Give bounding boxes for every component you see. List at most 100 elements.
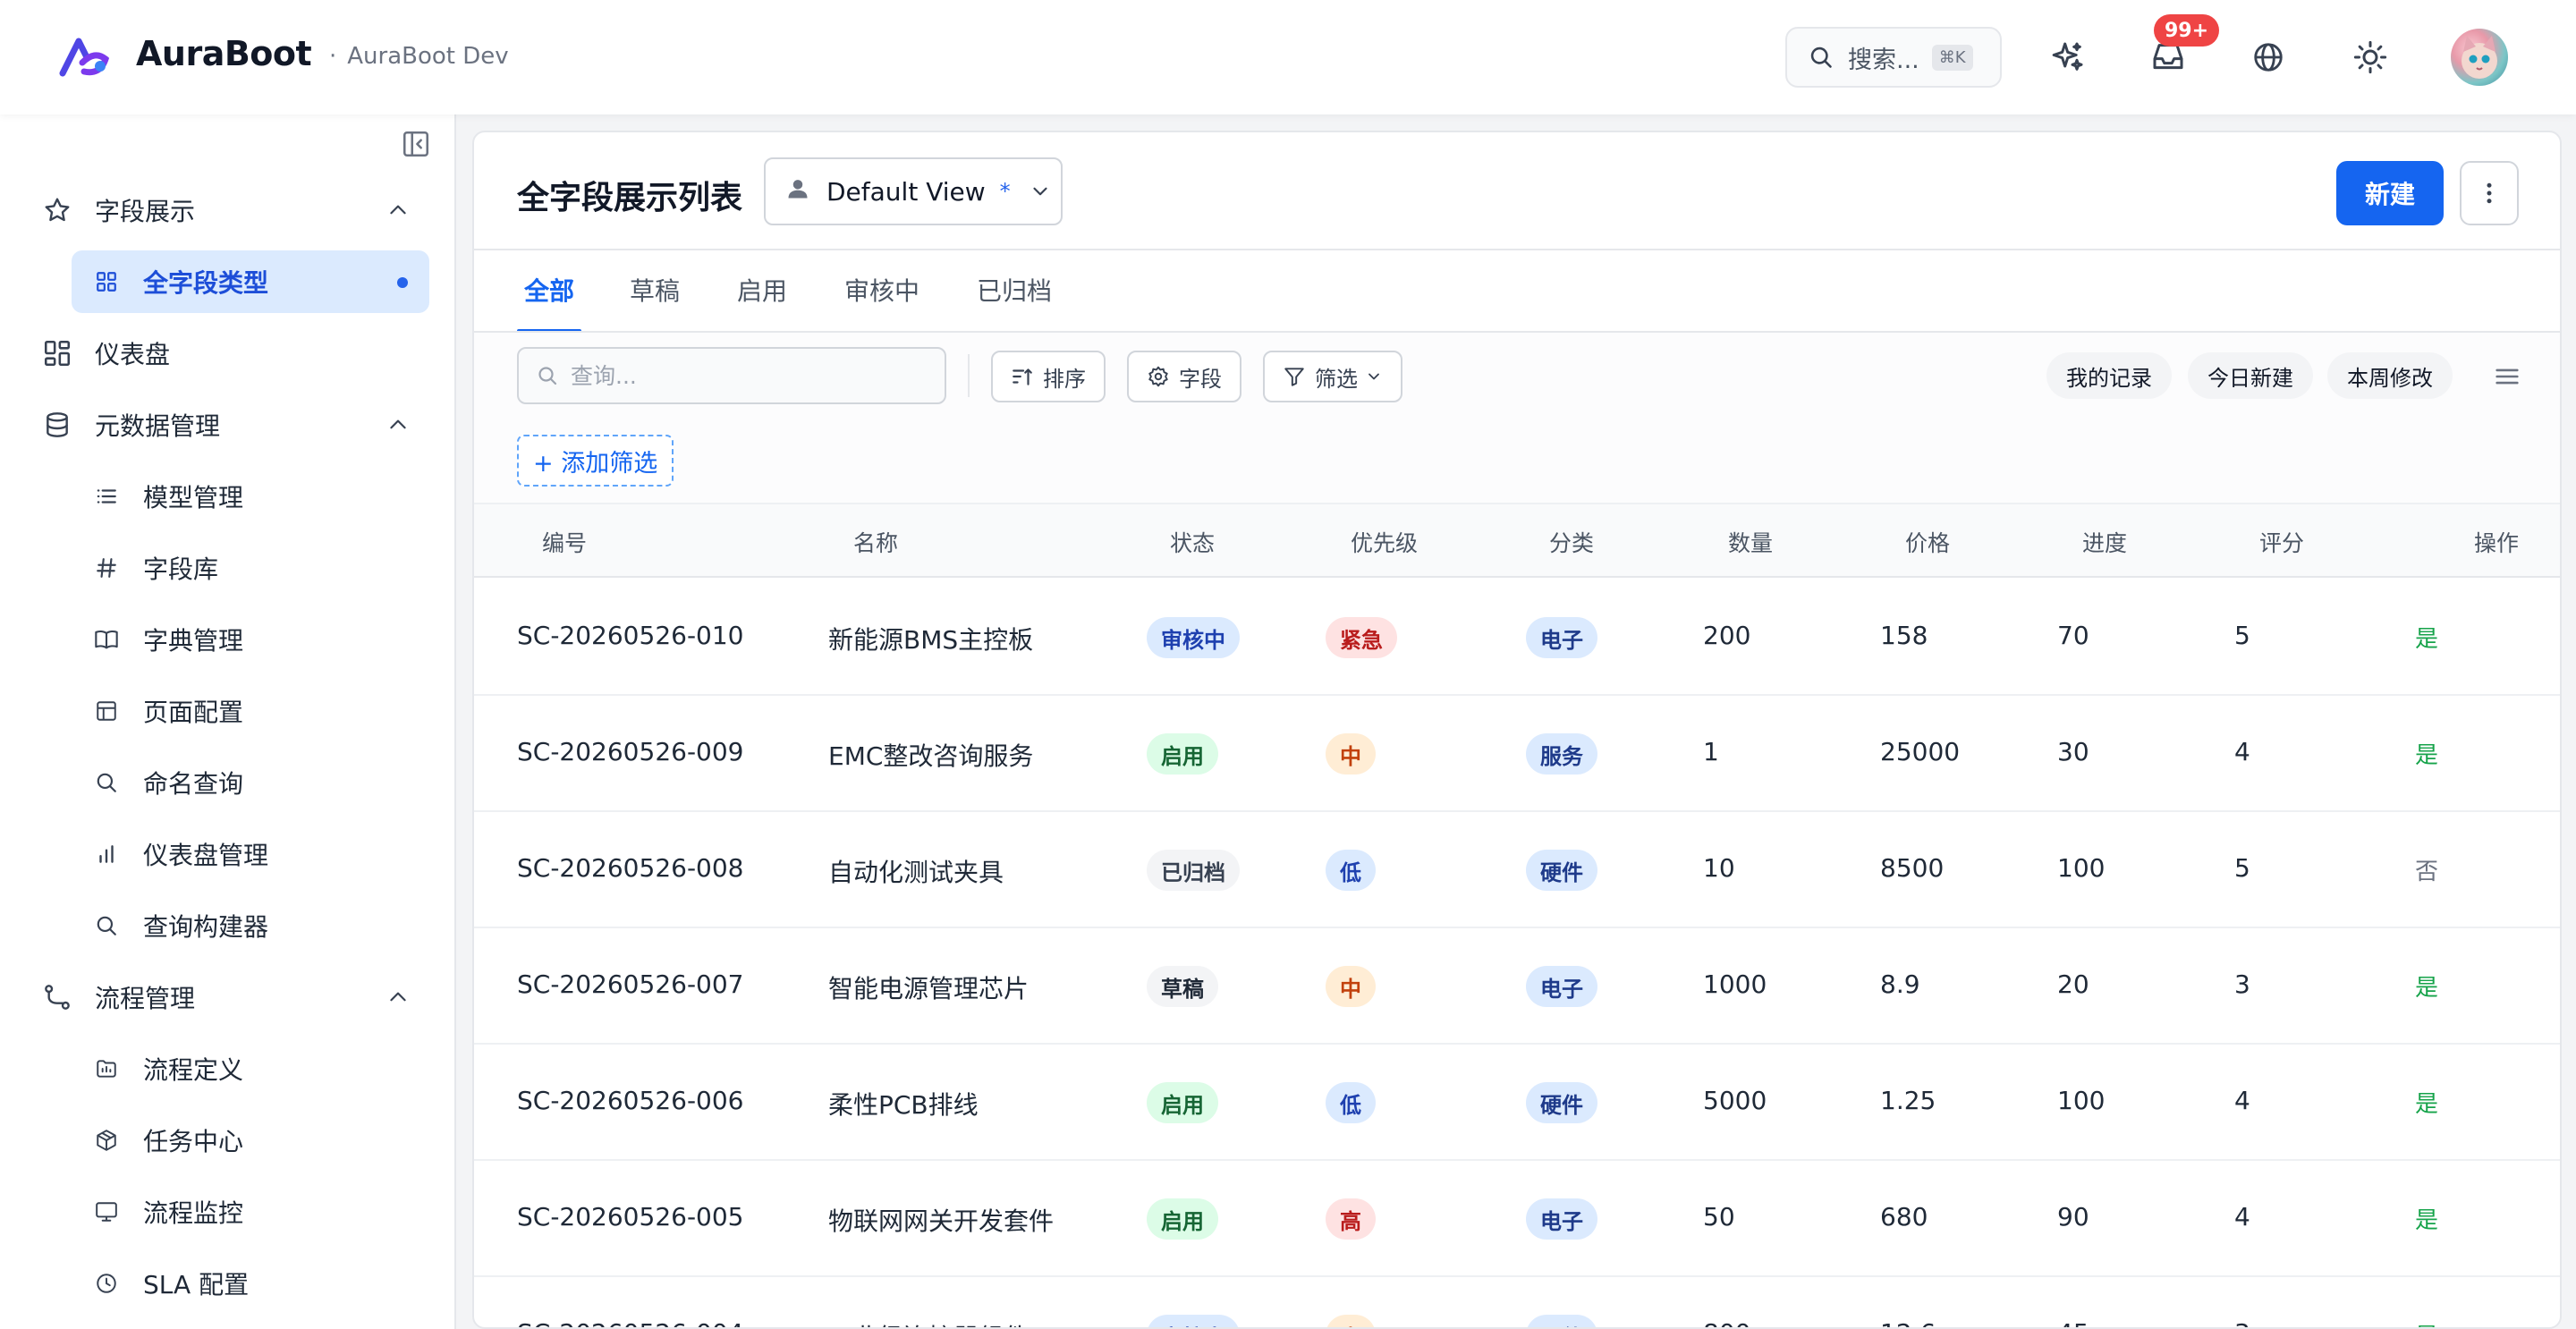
sidebar-group-field-display[interactable]: 字段展示: [39, 179, 429, 241]
header-divider: [474, 249, 2560, 250]
tab-enabled[interactable]: 启用: [737, 272, 787, 308]
grid-icon: [93, 268, 120, 295]
column-header-category[interactable]: 分类: [1549, 526, 1594, 558]
theme-toggle-button[interactable]: [2349, 36, 2392, 79]
language-button[interactable]: [2247, 36, 2290, 79]
table-row[interactable]: SC-20260526-010 新能源BMS主控板 审核中 紧急 电子 200 158 70 5…: [474, 580, 2560, 696]
fields-button[interactable]: 字段: [1127, 351, 1241, 402]
workflow-icon: [39, 979, 75, 1015]
sidebar-item-model-management[interactable]: 模型管理: [72, 465, 429, 528]
column-header-actions[interactable]: 操作: [2474, 526, 2519, 558]
table-row[interactable]: SC-20260526-006 柔性PCB排线 启用 低 硬件 5000 1.25 100 4 是: [474, 1045, 2560, 1161]
toolbar-divider: [968, 354, 970, 397]
query-input[interactable]: [571, 362, 928, 389]
search-icon: [538, 367, 557, 385]
global-search-button[interactable]: 搜索... ⌘K: [1785, 27, 2002, 88]
view-modified-mark: *: [999, 179, 1011, 204]
column-header-quantity[interactable]: 数量: [1728, 526, 1773, 558]
sidebar-group-workflow[interactable]: 流程管理: [39, 966, 429, 1028]
user-avatar[interactable]: [2451, 29, 2508, 86]
sidebar-group-dashboard[interactable]: 仪表盘: [39, 322, 429, 385]
column-header-priority[interactable]: 优先级: [1351, 526, 1418, 558]
sidebar-item-label: 查询构建器: [143, 912, 269, 942]
sidebar-group-label: 字段展示: [95, 197, 196, 226]
sidebar-item-process-monitor[interactable]: 流程监控: [72, 1181, 429, 1243]
main-content-card: 全字段展示列表 Default View * 新建 全部 草稿 启用 审核中 已…: [472, 131, 2562, 1329]
category-badge: 电子: [1526, 1198, 1597, 1240]
sort-button[interactable]: 排序: [991, 351, 1106, 402]
table-row[interactable]: SC-20260526-004 工业级连接器组件 审核中 中 硬件 800 12.6 45 3 是: [474, 1277, 2560, 1327]
cell-boolean-flag: 是: [2415, 975, 2439, 1002]
sidebar-group-metadata[interactable]: 元数据管理: [39, 394, 429, 456]
sidebar-item-label: 字典管理: [143, 626, 244, 656]
filter-button[interactable]: 筛选: [1263, 351, 1402, 402]
sidebar-item-sla-config[interactable]: SLA 配置: [72, 1252, 429, 1315]
sidebar-item-dictionary[interactable]: 字典管理: [72, 608, 429, 671]
view-selector[interactable]: Default View *: [764, 157, 1063, 225]
fields-label: 字段: [1179, 366, 1222, 392]
sparkles-icon: [2052, 42, 2083, 71]
cell-boolean-flag: 否: [2415, 859, 2439, 885]
cell-rating: 5: [2234, 853, 2250, 883]
column-header-status[interactable]: 状态: [1170, 526, 1215, 558]
cell-price: 25000: [1880, 737, 1961, 766]
status-badge: 启用: [1147, 1082, 1218, 1123]
notification-badge: 99+: [2154, 14, 2220, 47]
hash-icon: [93, 554, 120, 581]
environment-name: AuraBoot Dev: [347, 43, 509, 70]
tab-draft[interactable]: 草稿: [630, 272, 680, 308]
cell-name: 自动化测试夹具: [828, 858, 1004, 887]
table-header: 编号 名称 状态 优先级 分类 数量 价格 进度 评分 操作: [474, 504, 2560, 578]
search-icon: [93, 912, 120, 939]
quick-filter-my-records[interactable]: 我的记录: [2046, 352, 2172, 399]
quick-filter-modified-this-week[interactable]: 本周修改: [2327, 352, 2453, 399]
sidebar-item-dashboard-management[interactable]: 仪表盘管理: [72, 823, 429, 885]
cell-price: 158: [1880, 621, 1928, 650]
table-row[interactable]: SC-20260526-007 智能电源管理芯片 草稿 中 电子 1000 8.9 20 3 是: [474, 928, 2560, 1045]
column-header-name[interactable]: 名称: [853, 526, 898, 558]
column-header-price[interactable]: 价格: [1905, 526, 1950, 558]
column-header-progress[interactable]: 进度: [2082, 526, 2127, 558]
priority-badge: 紧急: [1326, 617, 1397, 658]
status-badge: 启用: [1147, 1198, 1218, 1240]
sidebar-item-all-field-types[interactable]: 全字段类型: [72, 250, 429, 313]
sidebar-item-label: 任务中心: [143, 1127, 244, 1156]
tab-all[interactable]: 全部: [524, 272, 574, 308]
menu-lines-icon[interactable]: [2492, 361, 2522, 392]
auraboot-logo[interactable]: [59, 36, 111, 79]
sidebar-item-label: 字段库: [143, 554, 219, 584]
folder-icon: [93, 1055, 120, 1082]
tab-archived[interactable]: 已归档: [977, 272, 1052, 308]
ai-sparkle-button[interactable]: [2046, 36, 2089, 79]
quick-filter-created-today[interactable]: 今日新建: [2188, 352, 2313, 399]
create-new-button[interactable]: 新建: [2336, 161, 2444, 225]
cell-name: 柔性PCB排线: [828, 1090, 979, 1120]
priority-badge: 低: [1326, 1082, 1376, 1123]
column-header-rating[interactable]: 评分: [2259, 526, 2304, 558]
tab-in-review[interactable]: 审核中: [844, 272, 919, 308]
status-badge: 草稿: [1147, 966, 1218, 1007]
add-filter-button[interactable]: + 添加筛选: [517, 435, 674, 487]
cell-code: SC-20260526-010: [517, 621, 744, 650]
sidebar-item-label: SLA 配置: [143, 1270, 250, 1299]
sidebar-item-process-definition[interactable]: 流程定义: [72, 1037, 429, 1100]
chevron-down-icon: [1033, 187, 1047, 196]
table-row[interactable]: SC-20260526-005 物联网网关开发套件 启用 高 电子 50 680 90 4 是: [474, 1161, 2560, 1277]
table-row[interactable]: SC-20260526-008 自动化测试夹具 已归档 低 硬件 10 8500 100 5 否: [474, 812, 2560, 928]
sidebar-item-page-config[interactable]: 页面配置: [72, 680, 429, 742]
more-actions-button[interactable]: [2460, 161, 2519, 225]
sidebar-item-named-query[interactable]: 命名查询: [72, 751, 429, 814]
priority-badge: 高: [1326, 1198, 1376, 1240]
sidebar-item-task-center[interactable]: 任务中心: [72, 1109, 429, 1172]
sidebar-collapse-icon[interactable]: [401, 129, 431, 159]
dashboard-icon: [39, 335, 75, 371]
sidebar-item-label: 命名查询: [143, 769, 244, 799]
search-icon: [1810, 47, 1832, 68]
cell-progress: 90: [2057, 1202, 2089, 1232]
sun-icon: [2353, 40, 2387, 74]
column-header-code[interactable]: 编号: [542, 526, 587, 558]
sidebar-item-query-builder[interactable]: 查询构建器: [72, 894, 429, 957]
sidebar-item-field-library[interactable]: 字段库: [72, 537, 429, 599]
query-search-box[interactable]: [517, 347, 946, 404]
table-row[interactable]: SC-20260526-009 EMC整改咨询服务 启用 中 服务 1 25000 30 4 是: [474, 696, 2560, 812]
